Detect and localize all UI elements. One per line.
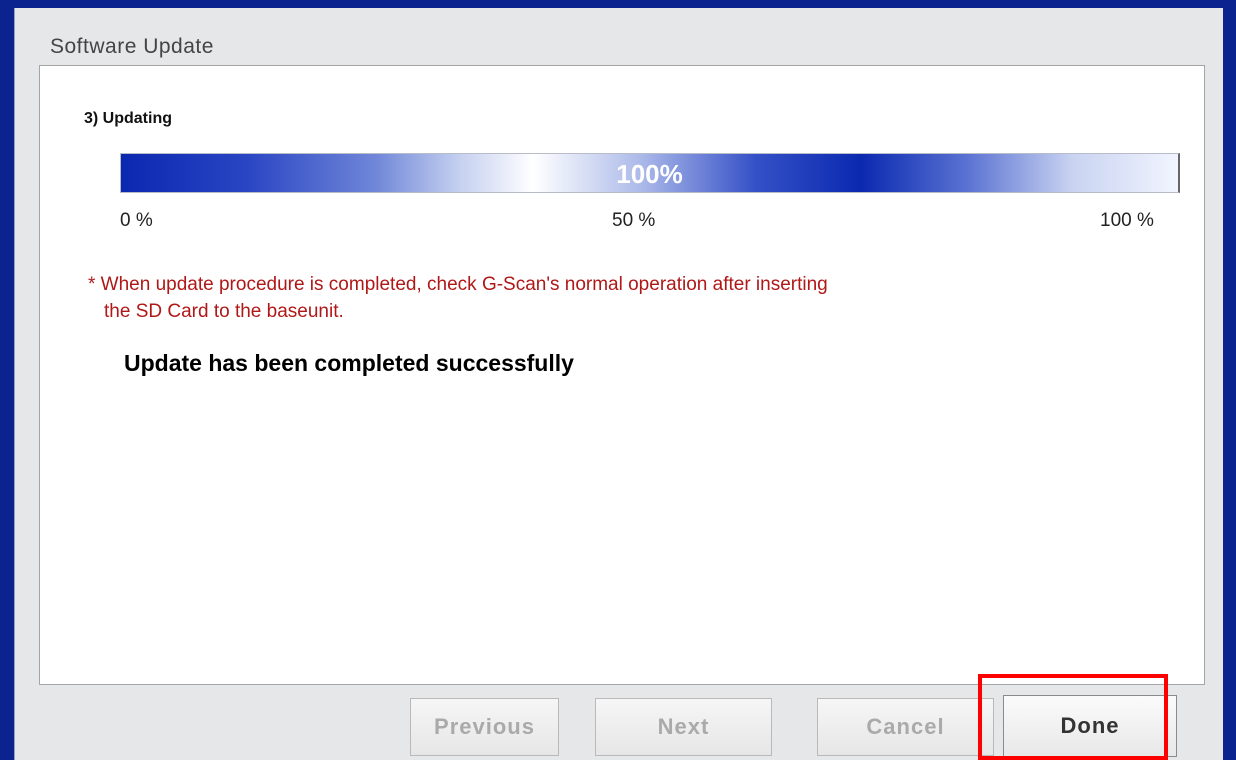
previous-button[interactable]: Previous (410, 698, 559, 756)
dialog-title: Software Update (50, 35, 214, 58)
content-panel: 3) Updating 100% 0 % 50 % 100 % * When u… (39, 65, 1205, 685)
done-button[interactable]: Done (1003, 695, 1177, 757)
scale-label-max: 100 % (1100, 210, 1154, 231)
step-title: 3) Updating (84, 110, 172, 127)
update-note: * When update procedure is completed, ch… (88, 271, 1108, 325)
update-note-line-1: * When update procedure is completed, ch… (88, 274, 828, 295)
scale-label-mid: 50 % (612, 210, 656, 231)
progress-percent-label: 100% (616, 159, 683, 189)
update-note-line-2: the SD Card to the baseunit. (104, 301, 344, 322)
software-update-dialog: Software Update 3) Updating 100% 0 % 50 … (14, 8, 1223, 760)
scale-label-min: 0 % (120, 210, 153, 231)
cancel-button[interactable]: Cancel (817, 698, 994, 756)
desktop-background: Software Update 3) Updating 100% 0 % 50 … (0, 0, 1236, 760)
progress-bar: 100% (120, 153, 1180, 193)
next-button[interactable]: Next (595, 698, 772, 756)
status-message: Update has been completed successfully (124, 350, 574, 376)
